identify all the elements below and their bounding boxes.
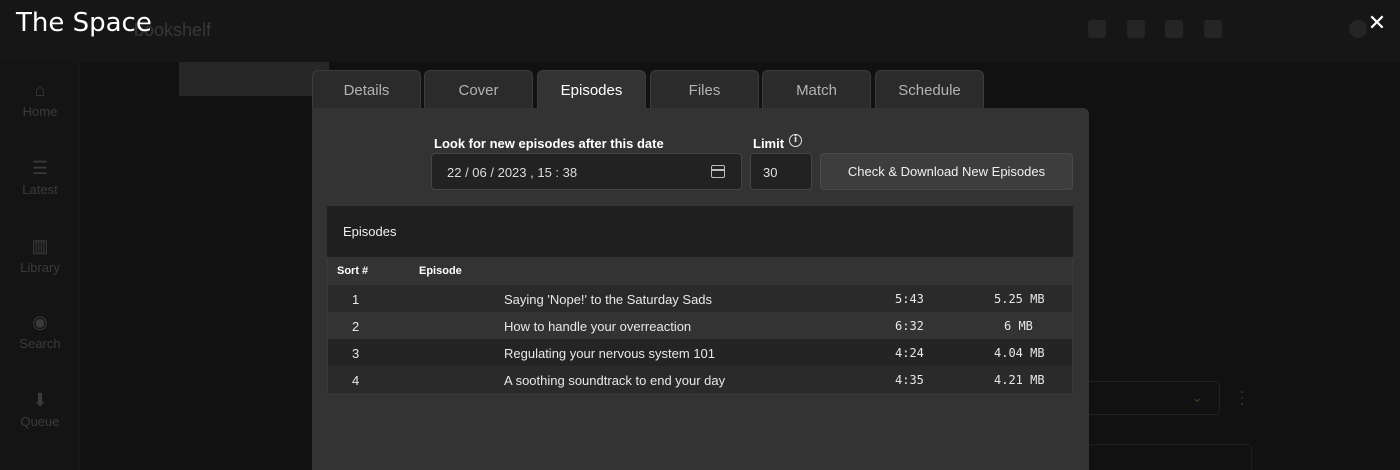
row-title: How to handle your overreaction <box>504 319 692 334</box>
episodes-heading: Episodes <box>343 224 397 239</box>
limit-value: 30 <box>763 165 778 180</box>
modal-title: The Space <box>16 8 152 38</box>
table-row[interactable]: 4 A soothing soundtrack to end your day … <box>328 366 1072 393</box>
episodes-table: Sort # Episode 1 Saying 'Nope!' to the S… <box>327 257 1073 395</box>
tab-match[interactable]: Match <box>762 70 871 109</box>
row-sort: 3 <box>352 346 360 361</box>
info-icon[interactable]: i <box>789 134 802 147</box>
row-size: 6 MB <box>1004 319 1033 333</box>
date-field-label: Look for new episodes after this date <box>434 136 664 151</box>
row-title: Saying 'Nope!' to the Saturday Sads <box>504 292 713 307</box>
row-duration: 4:24 <box>895 346 924 360</box>
table-row[interactable]: 3 Regulating your nervous system 101 4:2… <box>328 339 1072 366</box>
table-row[interactable]: 2 How to handle your overreaction 6:32 6… <box>328 312 1072 339</box>
column-header-episode[interactable]: Episode <box>419 265 462 277</box>
check-download-button[interactable]: Check & Download New Episodes <box>820 153 1073 190</box>
tab-files[interactable]: Files <box>650 70 759 109</box>
row-sort: 2 <box>352 319 360 334</box>
row-sort: 4 <box>352 373 360 388</box>
row-size: 4.04 MB <box>994 346 1045 360</box>
row-duration: 5:43 <box>895 292 924 306</box>
row-sort: 1 <box>352 292 360 307</box>
row-title: Regulating your nervous system 101 <box>504 346 716 361</box>
tab-schedule[interactable]: Schedule <box>875 70 984 109</box>
limit-input[interactable]: 30 <box>750 153 812 190</box>
row-duration: 4:35 <box>895 373 924 387</box>
date-value: 22 / 06 / 2023 , 15 : 38 <box>447 165 578 180</box>
table-row[interactable]: 1 Saying 'Nope!' to the Saturday Sads 5:… <box>328 285 1072 312</box>
row-title: A soothing soundtrack to end your day <box>504 373 726 388</box>
limit-field-label: Limit <box>753 136 785 151</box>
close-button[interactable]: ✕ <box>1364 10 1390 36</box>
episodes-header: Episodes <box>327 206 1073 257</box>
row-size: 4.21 MB <box>994 373 1045 387</box>
close-icon: ✕ <box>1367 10 1387 35</box>
row-size: 5.25 MB <box>994 292 1045 306</box>
tab-cover[interactable]: Cover <box>424 70 533 109</box>
calendar-icon[interactable] <box>711 165 725 178</box>
row-duration: 6:32 <box>895 319 924 333</box>
tab-episodes[interactable]: Episodes <box>537 70 646 109</box>
date-input[interactable]: 22 / 06 / 2023 , 15 : 38 <box>431 153 742 190</box>
tab-details[interactable]: Details <box>312 70 421 109</box>
column-header-sort[interactable]: Sort # <box>337 265 368 277</box>
